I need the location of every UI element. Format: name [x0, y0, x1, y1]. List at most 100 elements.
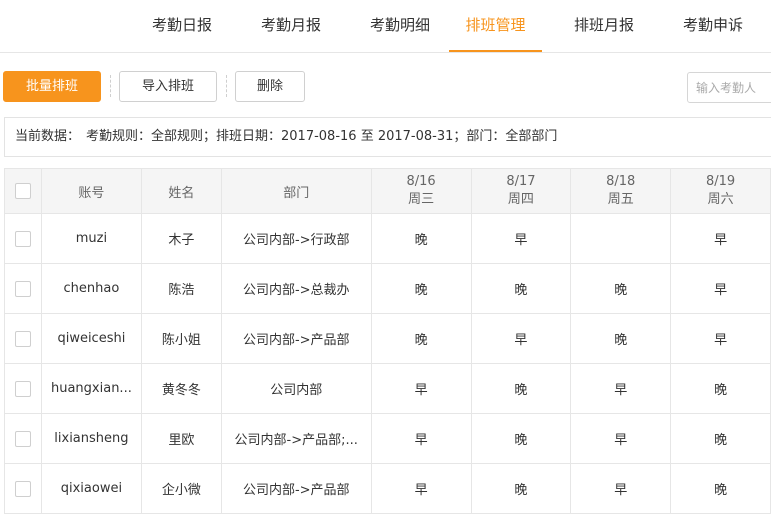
shift-cell[interactable]: 晚 [670, 363, 771, 414]
toolbar-divider [226, 75, 227, 97]
row-checkbox-cell[interactable] [4, 413, 42, 464]
name-cell: 里欧 [140, 413, 222, 464]
name-cell: 陈浩 [140, 263, 222, 314]
name-cell: 黄冬冬 [140, 363, 222, 414]
toolbar-divider [110, 75, 111, 97]
dept-cell: 公司内部->产品部;... [220, 413, 372, 464]
dept-text: 公司内部->总裁办 [242, 283, 350, 298]
dept-cell: 公司内部 [220, 363, 372, 414]
table-row: muzi 木子 公司内部->行政部 晚 早 早 [4, 213, 771, 264]
table-row: chenhao 陈浩 公司内部->总裁办 晚 晚 晚 早 [4, 263, 771, 314]
column-header-account: 账号 [40, 168, 142, 214]
search-input[interactable] [687, 72, 771, 103]
account-cell: chenhao [40, 263, 142, 314]
row-checkbox[interactable] [14, 480, 31, 497]
row-checkbox[interactable] [14, 230, 31, 247]
dept-cell: 公司内部->产品部 [220, 313, 372, 364]
tab-shift-monthly-report[interactable]: 排班月报 [560, 0, 648, 51]
shift-cell[interactable]: 早 [670, 213, 771, 264]
row-checkbox-cell[interactable] [4, 213, 42, 264]
account-cell: muzi [40, 213, 142, 264]
shift-cell[interactable]: 早 [570, 413, 672, 464]
day-weekday: 周五 [607, 192, 634, 207]
shift-cell[interactable]: 早 [570, 363, 672, 414]
dept-cell: 公司内部->产品部 [220, 463, 372, 514]
shift-cell[interactable]: 晚 [670, 463, 771, 514]
tab-bar: 考勤日报 考勤月报 考勤明细 排班管理 排班月报 考勤申诉 [0, 0, 771, 53]
column-header-day: 8/16 周三 [370, 168, 472, 214]
day-date: 8/17 [506, 174, 536, 189]
shift-cell[interactable]: 晚 [470, 263, 572, 314]
current-data-bar: 当前数据： 考勤规则：全部规则；排班日期：2017-08-16 至 2017-08… [4, 117, 771, 157]
row-checkbox[interactable] [14, 380, 31, 397]
shift-cell[interactable]: 晚 [670, 413, 771, 464]
day-date: 8/16 [406, 174, 436, 189]
shift-cell[interactable]: 早 [570, 463, 672, 514]
dept-cell: 公司内部->行政部 [220, 213, 372, 264]
shift-cell[interactable]: 早 [670, 263, 771, 314]
batch-schedule-button[interactable]: 批量排班 [3, 71, 101, 102]
row-checkbox-cell[interactable] [4, 363, 42, 414]
tab-daily-report[interactable]: 考勤日报 [126, 0, 238, 51]
table-row: lixiansheng 里欧 公司内部->产品部;... 早 晚 早 晚 [4, 413, 771, 464]
shift-cell[interactable]: 早 [370, 363, 472, 414]
dept-text: 公司内部 [270, 383, 323, 398]
shift-cell[interactable]: 晚 [370, 263, 472, 314]
table-row: huangxian... 黄冬冬 公司内部 早 晚 早 晚 [4, 363, 771, 414]
shift-cell[interactable]: 晚 [470, 413, 572, 464]
table-row: qixiaowei 企小微 公司内部->产品部 早 晚 早 晚 [4, 463, 771, 514]
day-weekday: 周四 [507, 192, 534, 207]
delete-button[interactable]: 删除 [235, 71, 305, 102]
account-cell: huangxian... [40, 363, 142, 414]
shift-cell[interactable]: 早 [670, 313, 771, 364]
current-data-label: 当前数据： [15, 129, 81, 144]
tab-shift-management[interactable]: 排班管理 [449, 0, 542, 52]
row-checkbox-cell[interactable] [4, 263, 42, 314]
current-data-filters: 考勤规则：全部规则；排班日期：2017-08-16 至 2017-08-31；部… [86, 129, 558, 144]
row-checkbox-cell[interactable] [4, 463, 42, 514]
shift-cell[interactable]: 晚 [570, 263, 672, 314]
dept-text: 公司内部->产品部 [242, 333, 350, 348]
shift-cell[interactable]: 晚 [370, 213, 472, 264]
shift-cell[interactable] [570, 213, 672, 264]
shift-cell[interactable]: 早 [470, 213, 572, 264]
table-row: qiweiceshi 陈小姐 公司内部->产品部 晚 早 晚 早 [4, 313, 771, 364]
account-cell: qiweiceshi [40, 313, 142, 364]
account-cell: lixiansheng [40, 413, 142, 464]
column-header-day: 8/19 周六 [670, 168, 771, 214]
tab-attendance-appeal[interactable]: 考勤申诉 [669, 0, 757, 51]
day-weekday: 周六 [707, 192, 734, 207]
shift-cell[interactable]: 晚 [470, 463, 572, 514]
import-schedule-button[interactable]: 导入排班 [119, 71, 217, 102]
day-date: 8/18 [606, 174, 636, 189]
row-checkbox-cell[interactable] [4, 313, 42, 364]
dept-text: 公司内部->产品部 [242, 483, 350, 498]
column-header-dept: 部门 [220, 168, 372, 214]
tab-attendance-details[interactable]: 考勤明细 [344, 0, 456, 51]
shift-cell[interactable]: 晚 [470, 363, 572, 414]
select-all-cell[interactable] [4, 168, 42, 214]
row-checkbox[interactable] [14, 280, 31, 297]
schedule-table: 账号 姓名 部门 8/16 周三 8/17 周四 8/18 周五 8/19 周六 muz… [4, 168, 771, 514]
row-checkbox[interactable] [14, 430, 31, 447]
tab-monthly-report[interactable]: 考勤月报 [235, 0, 347, 51]
dept-text: 公司内部->产品部;... [234, 433, 358, 448]
name-cell: 陈小姐 [140, 313, 222, 364]
shift-cell[interactable]: 早 [470, 313, 572, 364]
column-header-day: 8/17 周四 [470, 168, 572, 214]
shift-cell[interactable]: 早 [370, 413, 472, 464]
shift-cell[interactable]: 晚 [570, 313, 672, 364]
current-data-text: 当前数据： 考勤规则：全部规则；排班日期：2017-08-16 至 2017-08… [15, 118, 557, 156]
name-cell: 木子 [140, 213, 222, 264]
name-cell: 企小微 [140, 463, 222, 514]
column-header-name: 姓名 [140, 168, 222, 214]
dept-cell: 公司内部->总裁办 [220, 263, 372, 314]
shift-cell[interactable]: 晚 [370, 313, 472, 364]
shift-cell[interactable]: 早 [370, 463, 472, 514]
column-header-day: 8/18 周五 [570, 168, 672, 214]
day-weekday: 周三 [408, 192, 435, 207]
dept-text: 公司内部->行政部 [242, 233, 350, 248]
table-header-row: 账号 姓名 部门 8/16 周三 8/17 周四 8/18 周五 8/19 周六 [4, 168, 771, 214]
row-checkbox[interactable] [14, 330, 31, 347]
select-all-checkbox[interactable] [14, 183, 31, 199]
